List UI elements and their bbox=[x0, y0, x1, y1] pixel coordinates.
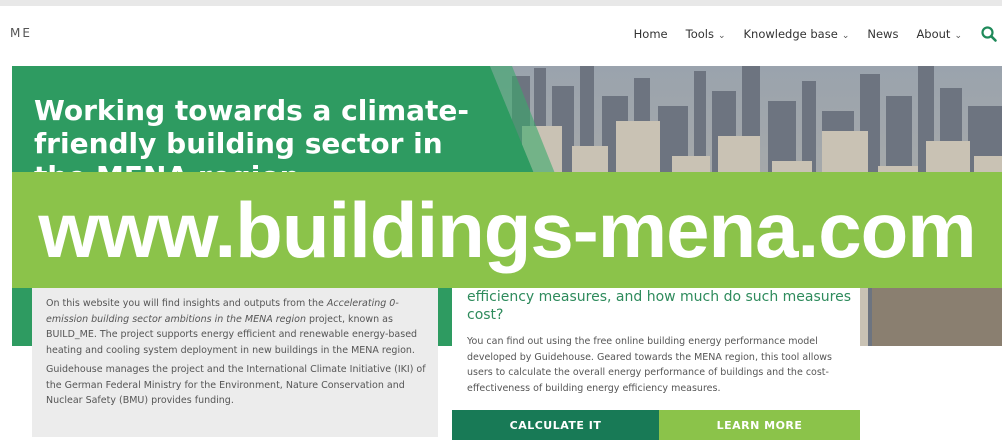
search-icon[interactable] bbox=[980, 25, 998, 43]
nav-tools-label: Tools bbox=[685, 27, 714, 41]
chevron-down-icon: ⌄ bbox=[954, 31, 962, 41]
intro-paragraph-2: Guidehouse manages the project and the I… bbox=[46, 364, 426, 406]
nav-knowledge-base[interactable]: Knowledge base ⌄ bbox=[744, 27, 850, 41]
url-overlay-text: www.buildings-mena.com bbox=[38, 185, 976, 274]
site-logo[interactable]: ME bbox=[10, 26, 32, 40]
nav-news[interactable]: News bbox=[867, 27, 898, 41]
tool-card-question: efficiency measures, and how much do suc… bbox=[467, 289, 852, 323]
intro-text: On this website you will find insights a… bbox=[46, 298, 327, 309]
tool-card: efficiency measures, and how much do suc… bbox=[452, 270, 860, 412]
intro-paragraph-1: On this website you will find insights a… bbox=[46, 296, 426, 358]
intro-card: On this website you will find insights a… bbox=[32, 274, 438, 437]
calculate-it-button[interactable]: CALCULATE IT bbox=[452, 410, 659, 440]
nav-tools[interactable]: Tools ⌄ bbox=[686, 27, 726, 41]
tool-card-description: You can find out using the free online b… bbox=[467, 336, 832, 394]
chevron-down-icon: ⌄ bbox=[717, 31, 726, 41]
nav-about[interactable]: About ⌄ bbox=[916, 27, 962, 41]
nav-about-label: About bbox=[916, 27, 951, 41]
main-nav: Home Tools ⌄ Knowledge base ⌄ News About ⌄ bbox=[634, 24, 1002, 44]
url-overlay-banner: www.buildings-mena.com bbox=[12, 172, 1002, 288]
nav-news-label: News bbox=[867, 27, 899, 41]
nav-knowledge-base-label: Knowledge base bbox=[743, 27, 838, 41]
chevron-down-icon: ⌄ bbox=[841, 31, 850, 41]
nav-home[interactable]: Home bbox=[634, 27, 668, 41]
nav-home-label: Home bbox=[633, 27, 668, 41]
learn-more-button[interactable]: LEARN MORE bbox=[659, 410, 860, 440]
website-page: ME Home Tools ⌄ Knowledge base ⌄ News Abou… bbox=[0, 6, 1002, 447]
